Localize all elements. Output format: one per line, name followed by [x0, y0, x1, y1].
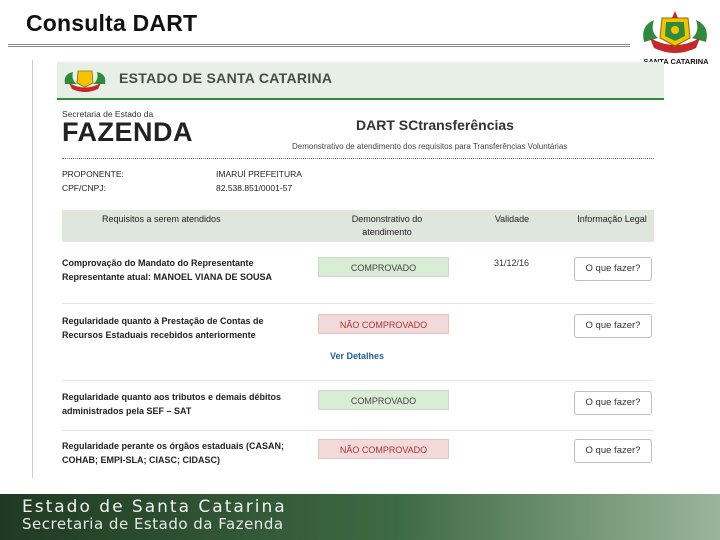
status-badge: NÃO COMPROVADO — [318, 439, 449, 459]
header-demonstrativo: Demonstrativo do atendimento — [351, 214, 423, 237]
slide-title: Consulta DART — [26, 10, 198, 36]
requirement-text: Regularidade quanto aos tributos e demai… — [62, 392, 282, 416]
dart-title: DART SCtransferências — [356, 117, 514, 133]
side-divider — [32, 60, 33, 478]
requirement-text: Regularidade quanto à Prestação de Conta… — [62, 316, 264, 340]
row-divider — [62, 430, 654, 431]
what-to-do-button[interactable]: O que fazer? — [574, 314, 652, 338]
banner-title: ESTADO DE SANTA CATARINA — [119, 70, 333, 86]
proponente-value: IMARUÍ PREFEITURA — [216, 169, 302, 179]
row-divider — [62, 380, 654, 381]
cnpj-value: 82.538.851/0001-57 — [216, 183, 293, 193]
ver-detalhes-link[interactable]: Ver Detalhes — [330, 351, 384, 361]
what-to-do-button[interactable]: O que fazer? — [574, 257, 652, 281]
row-divider — [62, 303, 654, 304]
state-banner: ESTADO DE SANTA CATARINA — [57, 62, 664, 100]
what-to-do-button[interactable]: O que fazer? — [574, 439, 652, 463]
validade-value: 31/12/16 — [494, 258, 530, 268]
status-badge: COMPROVADO — [318, 390, 449, 410]
requirement-text: Regularidade perante os órgãos estaduais… — [62, 441, 285, 465]
header-validade: Validade — [494, 214, 530, 224]
state-flag-icon — [64, 70, 106, 92]
dotted-divider — [62, 158, 654, 159]
header-informacao: Informação Legal — [577, 214, 647, 224]
footer-state-name: Estado de Santa Catarina — [22, 497, 287, 517]
proponente-label: PROPONENTE: — [62, 169, 124, 179]
fazenda-title: FAZENDA — [62, 117, 193, 147]
header-requisitos: Requisitos a serem atendidos — [102, 214, 221, 224]
what-to-do-button[interactable]: O que fazer? — [574, 391, 652, 415]
requirement-text: Comprovação do Mandato do Representante … — [62, 258, 273, 282]
status-badge: NÃO COMPROVADO — [318, 314, 449, 334]
footer-secretaria: Secretaria de Estado da Fazenda — [22, 515, 284, 533]
cnpj-label: CPF/CNPJ: — [62, 183, 106, 193]
title-divider — [8, 44, 630, 47]
requirements-table-header: Requisitos a serem atendidos Demonstrati… — [62, 210, 654, 242]
status-badge: COMPROVADO — [318, 257, 449, 277]
dart-subtitle: Demonstrativo de atendimento dos requisi… — [292, 142, 568, 151]
